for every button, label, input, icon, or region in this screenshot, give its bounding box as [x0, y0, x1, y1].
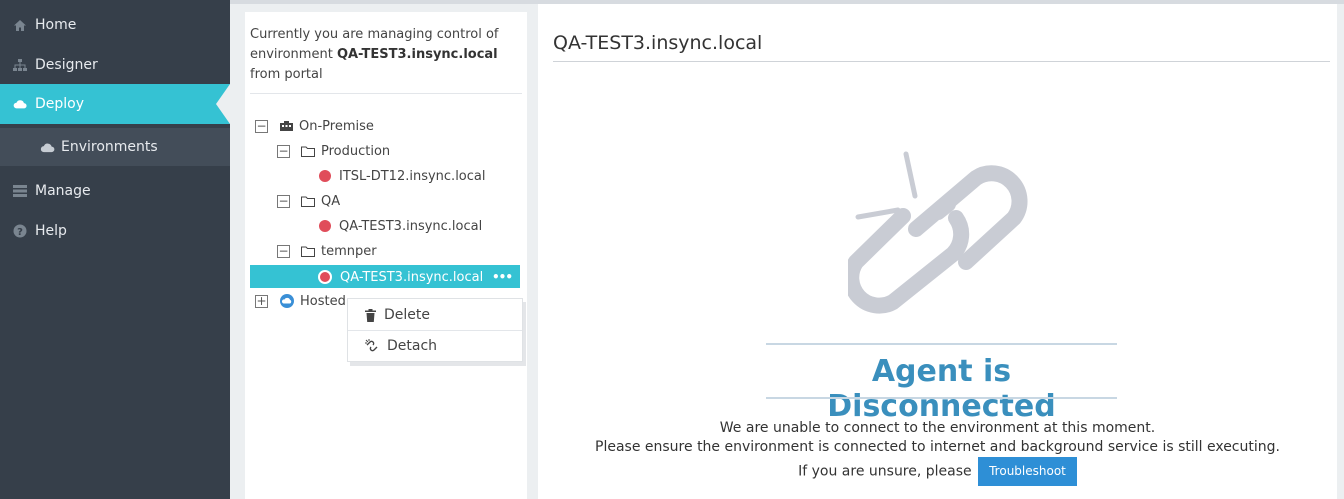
collapse-icon[interactable]: −	[277, 244, 290, 258]
message-line-1: We are unable to connect to the environm…	[719, 420, 1156, 436]
more-options-icon[interactable]: •••	[492, 270, 513, 284]
unlink-icon	[365, 339, 379, 353]
message-line-3: If you are unsure, please	[798, 463, 972, 480]
sidebar-subitem-label: Environments	[61, 139, 158, 155]
question-circle-icon: ?	[13, 224, 27, 238]
tree-node-label: ITSL-DT12.insync.local	[339, 168, 486, 184]
sidebar-item-help[interactable]: ? Help	[0, 211, 230, 251]
delete-label: Delete	[384, 307, 430, 323]
divider	[766, 343, 1117, 345]
intro-suffix: from portal	[250, 67, 323, 82]
delete-menu-item[interactable]: Delete	[348, 300, 522, 330]
sidebar-item-designer[interactable]: Designer	[0, 45, 230, 85]
tree-node-qa-test3[interactable]: QA-TEST3.insync.local	[319, 215, 482, 237]
message-line-3-row: If you are unsure, please Troubleshoot	[538, 457, 1337, 486]
tree-node-label: Production	[321, 143, 391, 159]
tree-node-label: QA	[321, 193, 341, 209]
tree-node-qa[interactable]: − QA	[277, 190, 340, 212]
environment-detail-panel: QA-TEST3.insync.local Agent is Disconnec…	[538, 4, 1337, 499]
sidebar-item-manage[interactable]: Manage	[0, 171, 230, 211]
troubleshoot-button[interactable]: Troubleshoot	[978, 457, 1077, 486]
sidebar-item-label: Designer	[35, 57, 98, 73]
tree-node-label: On-Premise	[299, 118, 374, 134]
divider	[250, 93, 522, 94]
sidebar: Home Designer Deploy Environments Manage…	[0, 0, 230, 499]
tree-node-hosted[interactable]: + Hosted	[255, 290, 346, 312]
status-disconnected-icon	[319, 170, 331, 182]
folder-icon	[301, 146, 315, 157]
broken-link-icon	[848, 151, 1028, 314]
divider	[553, 61, 1330, 62]
tree-node-temnper[interactable]: − temnper	[277, 240, 377, 262]
message-line-2: Please ensure the environment is connect…	[595, 439, 1280, 455]
sidebar-item-label: Home	[35, 17, 77, 33]
folder-icon	[301, 196, 315, 207]
tree-node-label: Hosted	[300, 293, 346, 309]
expand-icon[interactable]: +	[255, 294, 268, 308]
status-disconnected-icon	[318, 270, 332, 284]
sidebar-subitem-environments[interactable]: Environments	[0, 128, 230, 166]
folder-icon	[301, 246, 315, 257]
status-heading: Agent is Disconnected	[827, 354, 1056, 424]
collapse-icon[interactable]: −	[277, 194, 290, 208]
sidebar-item-label: Help	[35, 223, 67, 239]
tree-node-label: QA-TEST3.insync.local	[340, 269, 484, 285]
list-icon	[13, 184, 27, 198]
divider	[766, 397, 1117, 399]
tree-node-label: QA-TEST3.insync.local	[339, 218, 483, 234]
environment-tree-panel: Currently you are managing control of en…	[245, 12, 527, 499]
context-menu: Delete Detach	[347, 298, 523, 362]
detach-label: Detach	[387, 338, 438, 354]
cloud-icon	[40, 142, 55, 153]
tree-node-label: temnper	[321, 243, 377, 259]
svg-text:?: ?	[17, 227, 23, 238]
tree-node-production[interactable]: − Production	[277, 140, 390, 162]
building-icon	[280, 121, 293, 131]
managing-intro: Currently you are managing control of en…	[250, 25, 515, 85]
trash-icon	[365, 308, 376, 322]
collapse-icon[interactable]: −	[255, 119, 268, 133]
selected-node-content: QA-TEST3.insync.local	[318, 266, 483, 288]
status-disconnected-icon	[319, 220, 331, 232]
home-icon	[13, 18, 27, 32]
sidebar-item-deploy[interactable]: Deploy	[0, 84, 230, 124]
sidebar-item-label: Manage	[35, 183, 91, 199]
sidebar-item-label: Deploy	[35, 96, 85, 112]
sidebar-item-home[interactable]: Home	[0, 5, 230, 45]
collapse-icon[interactable]: −	[277, 144, 290, 158]
tree-node-on-premise[interactable]: − On-Premise	[255, 115, 374, 137]
tree-node-itsl-dt12[interactable]: ITSL-DT12.insync.local	[319, 165, 486, 187]
page-title: QA-TEST3.insync.local	[553, 32, 763, 54]
cloud-circle-icon	[280, 294, 294, 308]
detach-menu-item[interactable]: Detach	[348, 331, 522, 361]
sitemap-icon	[13, 58, 27, 72]
cloud-icon	[13, 97, 27, 111]
intro-environment: QA-TEST3.insync.local	[336, 47, 498, 62]
